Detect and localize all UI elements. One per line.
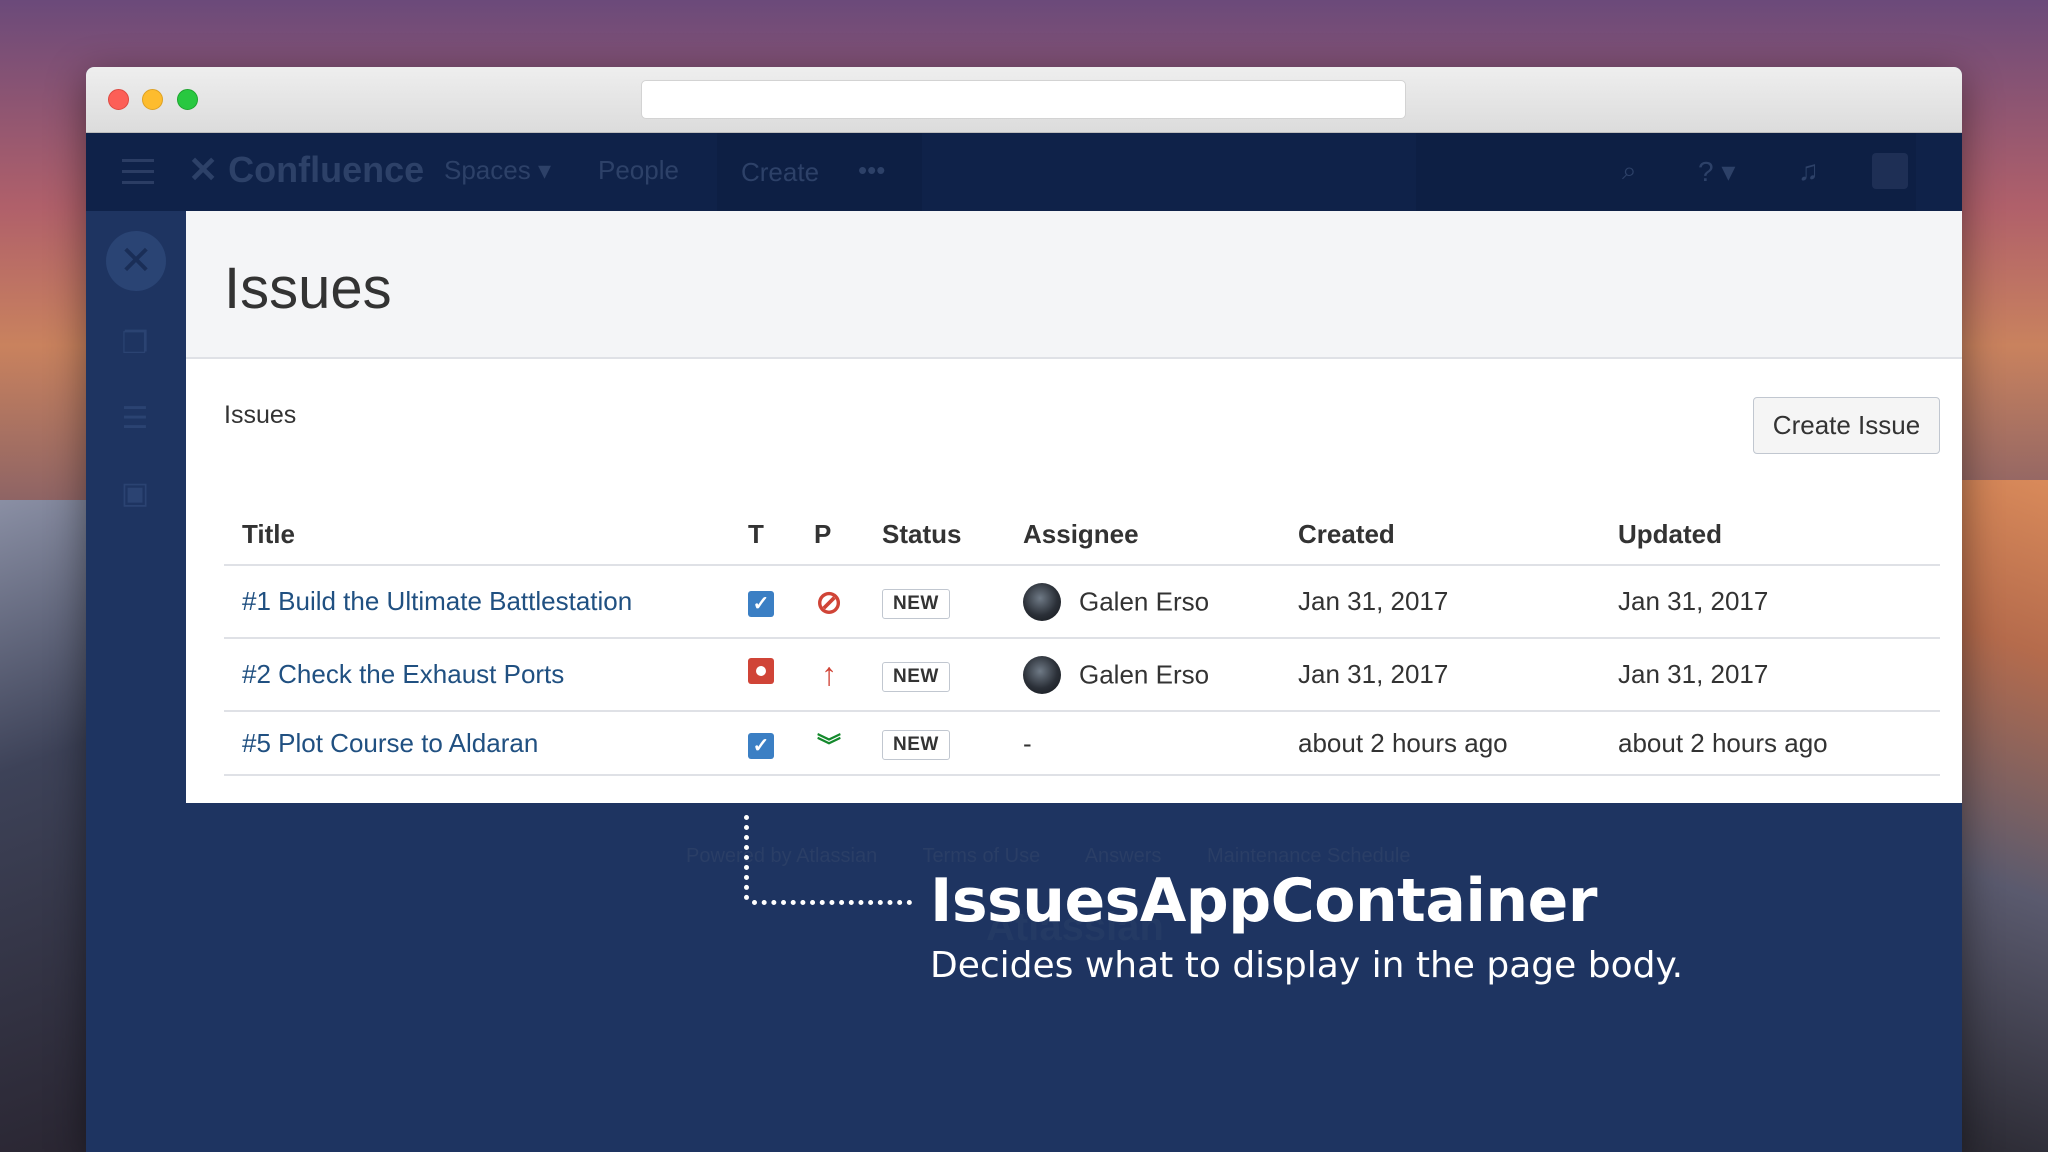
help-icon[interactable]: ? ▾ bbox=[1698, 155, 1735, 188]
task-type-icon: ✓ bbox=[748, 732, 774, 759]
footer-answers-link[interactable]: Answers bbox=[1085, 845, 1162, 867]
created-date: Jan 31, 2017 bbox=[1298, 565, 1618, 639]
issue-title-link[interactable]: #1 Build the Ultimate Battlestation bbox=[242, 586, 632, 616]
status-badge: NEW bbox=[882, 730, 950, 760]
header-updated[interactable]: Updated bbox=[1618, 505, 1940, 566]
minimize-window-button[interactable] bbox=[142, 89, 163, 110]
issue-title-link[interactable]: #5 Plot Course to Aldaran bbox=[242, 728, 538, 758]
updated-date: about 2 hours ago bbox=[1618, 711, 1940, 776]
confluence-logo[interactable]: ✕ Confluence bbox=[188, 149, 424, 191]
nav-spaces[interactable]: Spaces ▾ bbox=[444, 155, 551, 186]
bug-type-icon bbox=[748, 658, 774, 684]
close-window-button[interactable] bbox=[108, 89, 129, 110]
shortcut-icon[interactable]: ▣ bbox=[118, 476, 152, 510]
page-title: Issues bbox=[224, 256, 392, 321]
desktop-wallpaper-right bbox=[1960, 480, 2048, 1152]
page-footer: Powered by Atlassian Terms of Use Answer… bbox=[686, 845, 1450, 868]
header-created[interactable]: Created bbox=[1298, 505, 1618, 566]
header-priority[interactable]: P bbox=[814, 505, 882, 566]
table-header-row: Title T P Status Assignee Created Update… bbox=[224, 505, 1940, 566]
annotation-pointer-vertical bbox=[744, 815, 750, 900]
issue-title-link[interactable]: #2 Check the Exhaust Ports bbox=[242, 659, 564, 689]
footer-powered-link[interactable]: Powered by Atlassian bbox=[686, 845, 877, 867]
major-priority-icon: ↑ bbox=[821, 656, 837, 692]
assignee-name: Galen Erso bbox=[1079, 659, 1210, 689]
header-title[interactable]: Title bbox=[224, 505, 748, 566]
window-titlebar bbox=[86, 67, 1962, 133]
confluence-top-nav: ✕ Confluence Spaces ▾ People Create ••• … bbox=[86, 133, 1962, 211]
bell-icon[interactable]: ♫ bbox=[1798, 155, 1819, 187]
section-label: Issues bbox=[224, 401, 297, 429]
feed-icon[interactable]: ☰ bbox=[118, 401, 152, 435]
user-avatar[interactable] bbox=[1872, 153, 1908, 189]
nav-people[interactable]: People bbox=[598, 155, 679, 186]
table-row[interactable]: #2 Check the Exhaust Ports ↑ NEW Galen E… bbox=[224, 638, 1940, 712]
footer-maintenance-link[interactable]: Maintenance Schedule bbox=[1207, 845, 1410, 867]
header-status[interactable]: Status bbox=[882, 505, 1023, 566]
updated-date: Jan 31, 2017 bbox=[1618, 565, 1940, 639]
task-type-icon: ✓ bbox=[748, 591, 774, 617]
created-date: about 2 hours ago bbox=[1298, 711, 1618, 776]
assignee-name: - bbox=[1023, 728, 1032, 759]
nav-right-area bbox=[1416, 133, 1916, 211]
assignee-name: Galen Erso bbox=[1079, 586, 1210, 616]
issues-table: Title T P Status Assignee Created Update… bbox=[224, 505, 1940, 776]
logo-text: Confluence bbox=[228, 149, 425, 190]
header-assignee[interactable]: Assignee bbox=[1023, 505, 1298, 566]
page-header: Issues bbox=[186, 211, 1962, 359]
status-badge: NEW bbox=[882, 588, 950, 619]
table-row[interactable]: #1 Build the Ultimate Battlestation ✓ ⊘ … bbox=[224, 565, 1940, 639]
search-icon[interactable]: ⌕ bbox=[1622, 155, 1637, 187]
nav-spaces-label: Spaces bbox=[444, 155, 531, 185]
menu-icon[interactable] bbox=[122, 159, 154, 185]
desktop-wallpaper-left bbox=[0, 500, 90, 1152]
nav-create-button[interactable]: Create bbox=[717, 133, 922, 211]
footer-terms-link[interactable]: Terms of Use bbox=[922, 845, 1040, 867]
page-body: Issues Issues Create Issue Title T P Sta… bbox=[186, 211, 1962, 803]
address-bar[interactable] bbox=[641, 80, 1406, 119]
minor-priority-icon: ︾ bbox=[817, 732, 841, 760]
browser-window: ✕ Confluence Spaces ▾ People Create ••• … bbox=[86, 67, 1962, 1152]
annotation-pointer-horizontal bbox=[752, 900, 912, 906]
status-badge: NEW bbox=[882, 661, 950, 692]
blocker-priority-icon: ⊘ bbox=[815, 583, 843, 620]
header-type[interactable]: T bbox=[748, 505, 814, 566]
table-row[interactable]: #5 Plot Course to Aldaran ✓ ︾ NEW - abou… bbox=[224, 711, 1940, 776]
space-logo-icon[interactable]: ✕ bbox=[106, 231, 166, 291]
annotation-subtitle: Decides what to display in the page body… bbox=[930, 945, 1684, 986]
create-issue-button[interactable]: Create Issue bbox=[1753, 397, 1940, 454]
assignee-avatar bbox=[1023, 582, 1061, 621]
space-sidebar: ✕ ❐ ☰ ▣ bbox=[86, 211, 186, 1152]
assignee-avatar bbox=[1023, 655, 1061, 694]
updated-date: Jan 31, 2017 bbox=[1618, 638, 1940, 712]
annotation-title: IssuesAppContainer bbox=[930, 866, 1597, 936]
pages-icon[interactable]: ❐ bbox=[118, 326, 152, 360]
created-date: Jan 31, 2017 bbox=[1298, 638, 1618, 712]
maximize-window-button[interactable] bbox=[177, 89, 198, 110]
more-icon[interactable]: ••• bbox=[858, 155, 885, 186]
